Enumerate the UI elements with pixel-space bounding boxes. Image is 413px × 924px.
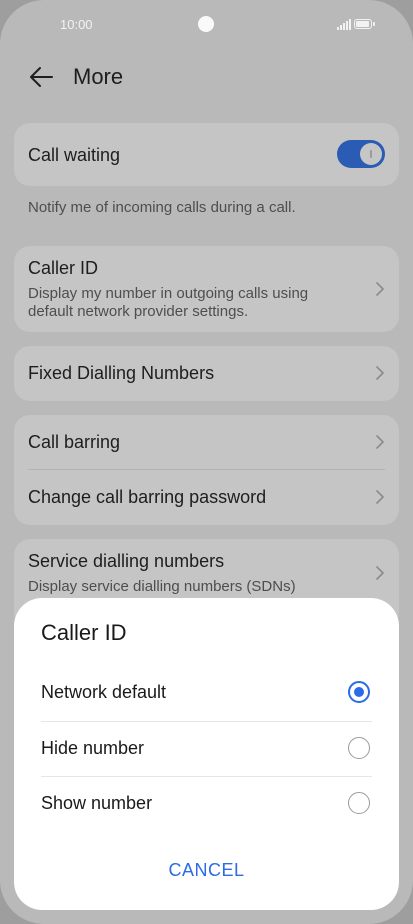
caller-id-dialog: Caller ID Network default Hide number Sh… (14, 598, 399, 910)
call-barring-group: Call barring Change call barring passwor… (14, 415, 399, 525)
status-bar: 10:00 (0, 0, 413, 50)
page-title: More (73, 64, 124, 89)
chevron-right-icon (376, 490, 384, 504)
signal-icon (337, 19, 351, 30)
back-arrow-icon[interactable] (28, 64, 54, 90)
call-waiting-row[interactable]: Call waiting (14, 123, 399, 186)
call-waiting-label: Call waiting (28, 145, 121, 165)
radio-unselected-icon[interactable] (348, 737, 370, 759)
chevron-right-icon (376, 282, 384, 296)
caller-id-subtitle-line2: default network provider settings. (28, 303, 249, 320)
call-waiting-hint: Notify me of incoming calls during a cal… (28, 199, 296, 216)
call-barring-label: Call barring (28, 432, 121, 452)
radio-unselected-icon[interactable] (348, 792, 370, 814)
call-barring-row[interactable]: Call barring (14, 415, 399, 470)
battery-tip (373, 22, 375, 26)
caller-id-subtitle-line1: Display my number in outgoing calls usin… (28, 285, 309, 302)
caller-id-label: Caller ID (28, 258, 99, 278)
phone-screen: 10:00 More Call waiting Notify me of inc… (0, 0, 413, 924)
radio-selected-icon[interactable] (348, 681, 370, 703)
change-barring-password-row[interactable]: Change call barring password (14, 470, 399, 525)
option-label: Show number (41, 793, 153, 813)
chevron-right-icon (376, 366, 384, 380)
caller-id-row[interactable]: Caller ID Display my number in outgoing … (14, 246, 399, 332)
toggle-knob (360, 143, 382, 165)
fixed-dialling-numbers-row[interactable]: Fixed Dialling Numbers (14, 346, 399, 401)
app-bar: More (0, 55, 413, 101)
change-barring-password-label: Change call barring password (28, 487, 267, 507)
status-time: 10:00 (60, 17, 93, 32)
dialog-title: Caller ID (41, 620, 127, 645)
battery-icon (354, 19, 372, 29)
chevron-right-icon (376, 435, 384, 449)
call-waiting-toggle[interactable] (337, 140, 385, 168)
sdn-label: Service dialling numbers (28, 551, 225, 571)
chevron-right-icon (376, 566, 384, 580)
option-network-default[interactable]: Network default (41, 666, 372, 721)
sdn-subtitle: Display service dialling numbers (SDNs) (28, 578, 296, 595)
option-label: Hide number (41, 738, 145, 758)
cancel-button[interactable]: CANCEL (14, 860, 399, 881)
option-show-number[interactable]: Show number (41, 777, 372, 832)
option-hide-number[interactable]: Hide number (41, 722, 372, 777)
front-camera (198, 16, 214, 32)
fdn-label: Fixed Dialling Numbers (28, 363, 215, 383)
option-label: Network default (41, 682, 167, 702)
